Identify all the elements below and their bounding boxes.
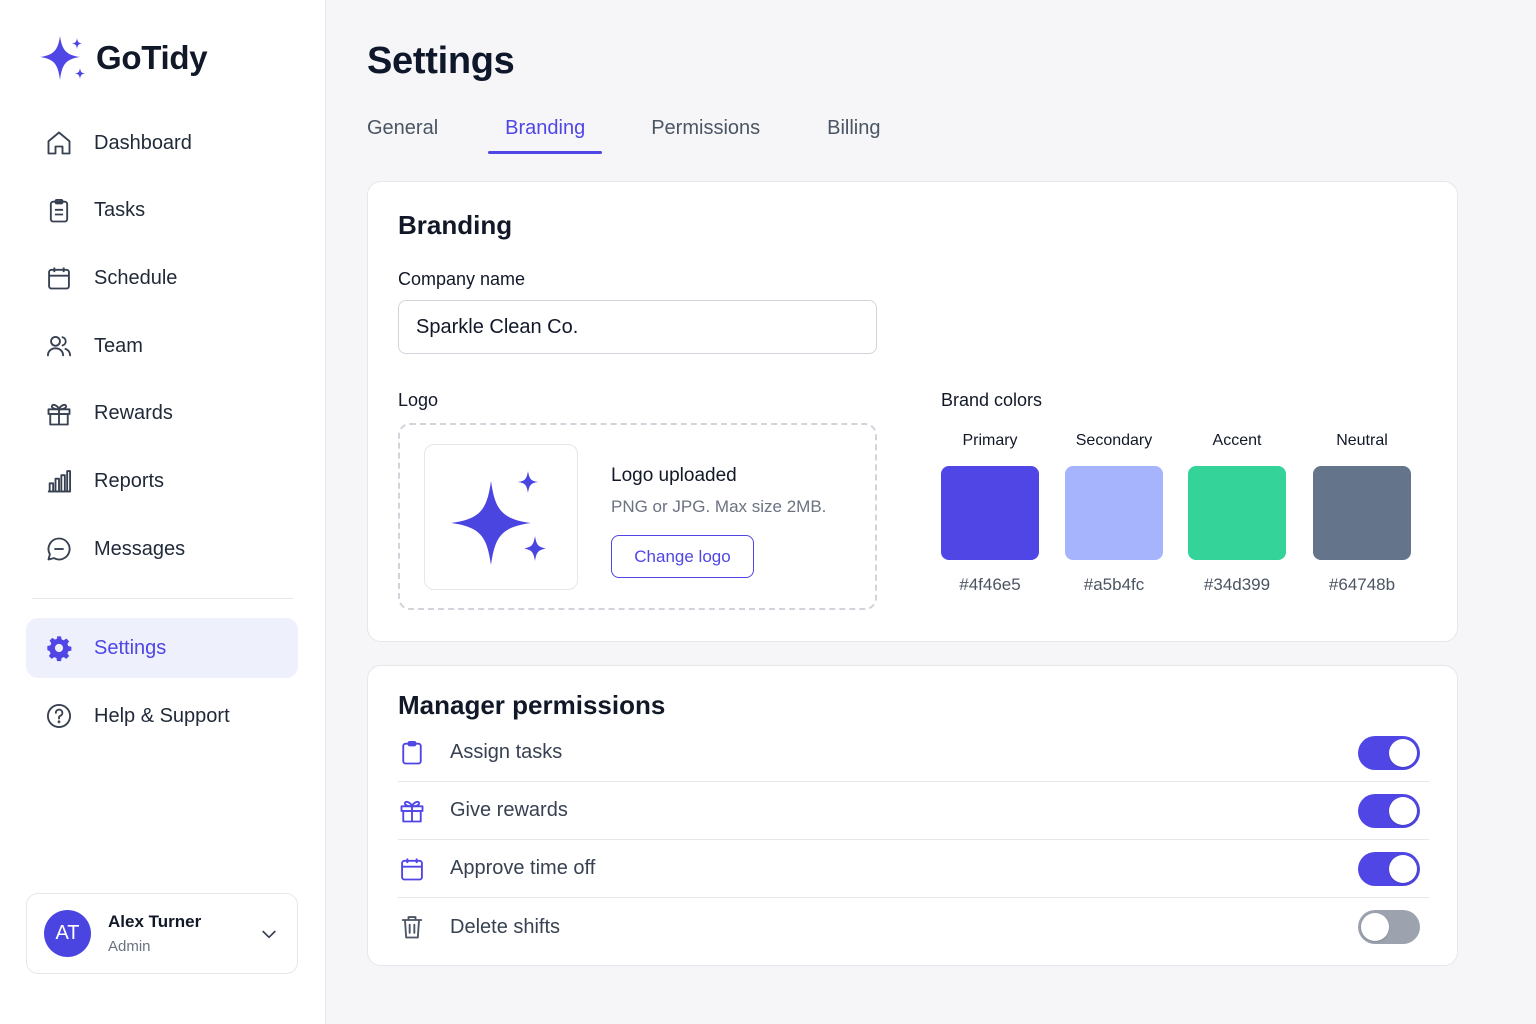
- sidebar-item-label: Settings: [94, 636, 167, 659]
- brand[interactable]: GoTidy: [38, 32, 208, 84]
- tab-branding[interactable]: Branding: [488, 117, 603, 154]
- logo-hint: PNG or JPG. Max size 2MB.: [611, 497, 827, 516]
- logo-label: Logo: [398, 390, 439, 410]
- app-root: GoTidy Dashboard Tasks Schedule Team Rew…: [0, 0, 1536, 1024]
- sidebar-item-tasks[interactable]: Tasks: [26, 181, 298, 241]
- permission-row-assign-tasks: Assign tasks: [398, 724, 1429, 782]
- permission-label: Approve time off: [450, 857, 596, 879]
- bar-chart-icon: [44, 466, 74, 496]
- clipboard-icon: [398, 739, 426, 767]
- sparkle-icon: [40, 36, 85, 80]
- toggle-approve-time-off[interactable]: [1358, 851, 1420, 886]
- logo-preview: [424, 444, 578, 590]
- sidebar-item-help[interactable]: Help & Support: [26, 686, 298, 746]
- sidebar-divider: [32, 598, 293, 599]
- swatch-name: Secondary: [1075, 432, 1153, 449]
- clipboard-icon: [44, 196, 74, 226]
- toggle-knob: [1389, 738, 1417, 767]
- color-neutral: Neutral #64748b: [1313, 432, 1411, 595]
- page-title: Settings: [367, 40, 515, 82]
- swatch-hex: #34d399: [1203, 575, 1271, 594]
- toggle-assign-tasks[interactable]: [1358, 735, 1420, 770]
- sidebar-bottom-nav: Settings Help & Support: [26, 618, 298, 754]
- user-role: Admin: [108, 938, 151, 955]
- user-info: Alex Turner Admin: [108, 912, 201, 955]
- color-secondary: Secondary #a5b4fc: [1065, 432, 1163, 595]
- sidebar: GoTidy Dashboard Tasks Schedule Team Rew…: [0, 0, 326, 1024]
- user-name: Alex Turner: [108, 912, 202, 931]
- permissions-title: Manager permissions: [398, 690, 666, 720]
- permission-label: Assign tasks: [450, 741, 563, 763]
- sidebar-item-label: Reports: [94, 469, 165, 492]
- avatar: AT: [44, 910, 91, 957]
- permission-row-approve-time-off: Approve time off: [398, 840, 1429, 898]
- sidebar-item-label: Dashboard: [94, 131, 192, 154]
- message-icon: [44, 534, 74, 564]
- sidebar-item-reports[interactable]: Reports: [26, 451, 298, 511]
- sparkle-icon: [451, 471, 546, 565]
- brand-name: GoTidy: [96, 39, 208, 76]
- sidebar-nav: Dashboard Tasks Schedule Team Rewards Re…: [26, 113, 298, 587]
- swatch-name: Primary: [962, 432, 1018, 449]
- sidebar-item-dashboard[interactable]: Dashboard: [26, 113, 298, 173]
- sidebar-item-label: Messages: [94, 537, 186, 560]
- change-logo-button[interactable]: Change logo: [611, 535, 754, 578]
- swatch-secondary[interactable]: [1065, 466, 1163, 560]
- toggle-delete-shifts[interactable]: [1358, 910, 1420, 944]
- sidebar-item-label: Schedule: [94, 266, 178, 289]
- permission-row-delete-shifts: Delete shifts: [398, 898, 1429, 956]
- swatch-accent[interactable]: [1188, 466, 1286, 560]
- color-primary: Primary #4f46e5: [941, 432, 1039, 595]
- permission-label: Delete shifts: [450, 915, 561, 938]
- color-accent: Accent #34d399: [1188, 432, 1286, 595]
- trash-icon: [398, 913, 426, 941]
- toggle-knob: [1389, 854, 1417, 883]
- swatch-neutral[interactable]: [1313, 466, 1411, 560]
- sidebar-item-team[interactable]: Team: [26, 316, 298, 376]
- tab-billing[interactable]: Billing: [827, 117, 880, 154]
- swatch-primary[interactable]: [941, 466, 1039, 560]
- help-icon: [44, 701, 74, 731]
- main-content: Settings General Branding Permissions Bi…: [326, 0, 1536, 1024]
- sidebar-item-label: Tasks: [94, 199, 146, 222]
- swatch-hex: #64748b: [1328, 575, 1396, 594]
- sidebar-item-messages[interactable]: Messages: [26, 519, 298, 579]
- brand-colors-label: Brand colors: [941, 390, 1043, 410]
- settings-tabs: General Branding Permissions Billing: [367, 117, 881, 154]
- swatch-name: Accent: [1212, 432, 1262, 449]
- permissions-card: Manager permissions Assign tasks Give re…: [367, 665, 1458, 966]
- sidebar-item-label: Rewards: [94, 402, 173, 425]
- company-name-input[interactable]: [398, 300, 877, 354]
- company-name-label: Company name: [398, 269, 526, 289]
- tab-general[interactable]: General: [367, 117, 438, 154]
- chevron-down-icon[interactable]: [259, 924, 279, 944]
- calendar-icon: [44, 263, 74, 293]
- branding-title: Branding: [398, 210, 513, 240]
- gift-icon: [398, 797, 426, 825]
- user-menu[interactable]: AT Alex Turner Admin: [26, 893, 298, 974]
- gift-icon: [44, 399, 74, 429]
- permission-row-give-rewards: Give rewards: [398, 782, 1429, 840]
- logo-status: Logo uploaded: [611, 465, 737, 486]
- sidebar-item-schedule[interactable]: Schedule: [26, 248, 298, 308]
- toggle-knob: [1361, 913, 1389, 941]
- home-icon: [44, 128, 74, 158]
- swatch-name: Neutral: [1336, 432, 1388, 449]
- branding-card: Branding Company name Logo Logo uploaded…: [367, 181, 1458, 642]
- tab-permissions[interactable]: Permissions: [651, 117, 760, 154]
- calendar-icon: [398, 855, 426, 883]
- sidebar-item-label: Help & Support: [94, 704, 230, 727]
- swatch-hex: #a5b4fc: [1083, 575, 1145, 594]
- sidebar-item-rewards[interactable]: Rewards: [26, 384, 298, 444]
- swatch-hex: #4f46e5: [959, 575, 1021, 594]
- gear-icon: [44, 633, 74, 663]
- permission-label: Give rewards: [450, 799, 568, 821]
- sidebar-item-label: Team: [94, 334, 143, 357]
- toggle-give-rewards[interactable]: [1358, 793, 1420, 828]
- logo-dropzone[interactable]: Logo uploaded PNG or JPG. Max size 2MB. …: [398, 423, 877, 610]
- toggle-knob: [1389, 796, 1417, 825]
- sidebar-item-settings[interactable]: Settings: [26, 618, 298, 678]
- users-icon: [44, 331, 74, 361]
